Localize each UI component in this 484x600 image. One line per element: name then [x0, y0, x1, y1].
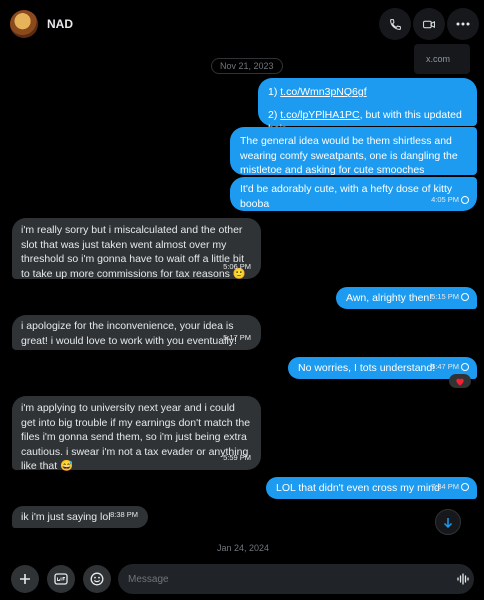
message-bubble-incoming[interactable]: i apologize for the inconvenience, your …: [12, 315, 261, 350]
video-icon: [423, 20, 435, 28]
message-link[interactable]: t.co/Wmn3pNQ6gf: [280, 86, 366, 98]
sent-check-icon: [461, 482, 469, 491]
message-timestamp: 4:05 PM: [431, 193, 469, 208]
sent-check-icon: [461, 195, 469, 204]
message-text: The general idea would be them shirtless…: [240, 135, 458, 176]
conversation-header: NAD: [0, 0, 484, 48]
avatar[interactable]: [10, 10, 38, 38]
gif-button[interactable]: [47, 565, 75, 593]
message-timestamp: 7:34 PM: [431, 480, 469, 495]
message-bubble-incoming[interactable]: i'm really sorry but i miscalculated and…: [12, 218, 261, 280]
emoji-icon: [90, 572, 104, 586]
message-bubble-outgoing[interactable]: Awn, alrighty then! 5:15 PM: [336, 287, 477, 309]
arrow-down-icon: [443, 517, 453, 528]
message-text: No worries, I tots understand!: [298, 362, 436, 374]
message-text: i apologize for the inconvenience, your …: [21, 320, 237, 347]
message-bubble-incoming[interactable]: ik i'm just saying lol 8:38 PM: [12, 506, 148, 528]
message-input[interactable]: [118, 564, 474, 594]
message-bubble-outgoing[interactable]: No worries, I tots understand! 5:47 PM: [288, 357, 477, 379]
message-text: It'd be adorably cute, with a hefty dose…: [240, 183, 453, 210]
message-text: i'm really sorry but i miscalculated and…: [21, 224, 246, 280]
message-link[interactable]: t.co/lpYPlHA1PC: [280, 109, 359, 121]
emoji-button[interactable]: [83, 565, 111, 593]
message-timestamp: 8:38 PM: [110, 509, 138, 519]
message-timestamp: 5:15 PM: [431, 290, 469, 305]
more-options-button[interactable]: [447, 8, 479, 40]
link-preview-tooltip: x.com: [414, 44, 470, 74]
message-timestamp: 5:06 PM: [223, 261, 251, 271]
more-icon: [456, 22, 470, 26]
scroll-to-bottom-button[interactable]: [435, 509, 461, 535]
message-timestamp: 5:59 PM: [223, 452, 251, 462]
message-timestamp: 5:47 PM: [431, 360, 469, 375]
heart-icon: [456, 378, 464, 386]
sent-check-icon: [461, 292, 469, 301]
add-media-button[interactable]: [11, 565, 39, 593]
phone-icon: [389, 18, 401, 30]
message-bubble-outgoing[interactable]: 1) t.co/Wmn3pNQ6gf 2) t.co/lpYPlHA1PC, b…: [258, 78, 477, 135]
message-bubble-outgoing[interactable]: LOL that didn't even cross my mind 7:34 …: [266, 477, 477, 499]
message-bubble-outgoing[interactable]: The general idea would be them shirtless…: [230, 127, 477, 176]
list-prefix: 2): [268, 108, 281, 121]
date-separator: Jan 24, 2024: [217, 543, 270, 553]
heart-reaction[interactable]: [449, 374, 471, 388]
message-text: LOL that didn't even cross my mind: [276, 482, 440, 494]
add-icon: [20, 574, 30, 584]
video-call-button[interactable]: [413, 8, 445, 40]
voice-message-button[interactable]: [457, 573, 469, 588]
sent-check-icon: [461, 362, 469, 371]
message-bubble-incoming[interactable]: i'm applying to university next year and…: [12, 396, 261, 472]
list-prefix: 1): [268, 86, 281, 98]
voice-icon: [457, 573, 469, 585]
message-timestamp: 5:17 PM: [223, 332, 251, 342]
message-bubble-outgoing[interactable]: It'd be adorably cute, with a hefty dose…: [230, 177, 477, 211]
date-separator: Nov 21, 2023: [211, 58, 283, 74]
gif-icon: [54, 573, 68, 585]
message-text: i'm applying to university next year and…: [21, 402, 251, 472]
message-text: Awn, alrighty then!: [346, 292, 433, 304]
call-button[interactable]: [379, 8, 411, 40]
contact-name[interactable]: NAD: [47, 17, 73, 31]
message-text: ik i'm just saying lol: [21, 511, 111, 523]
message-line: 1) t.co/Wmn3pNQ6gf: [268, 85, 467, 100]
